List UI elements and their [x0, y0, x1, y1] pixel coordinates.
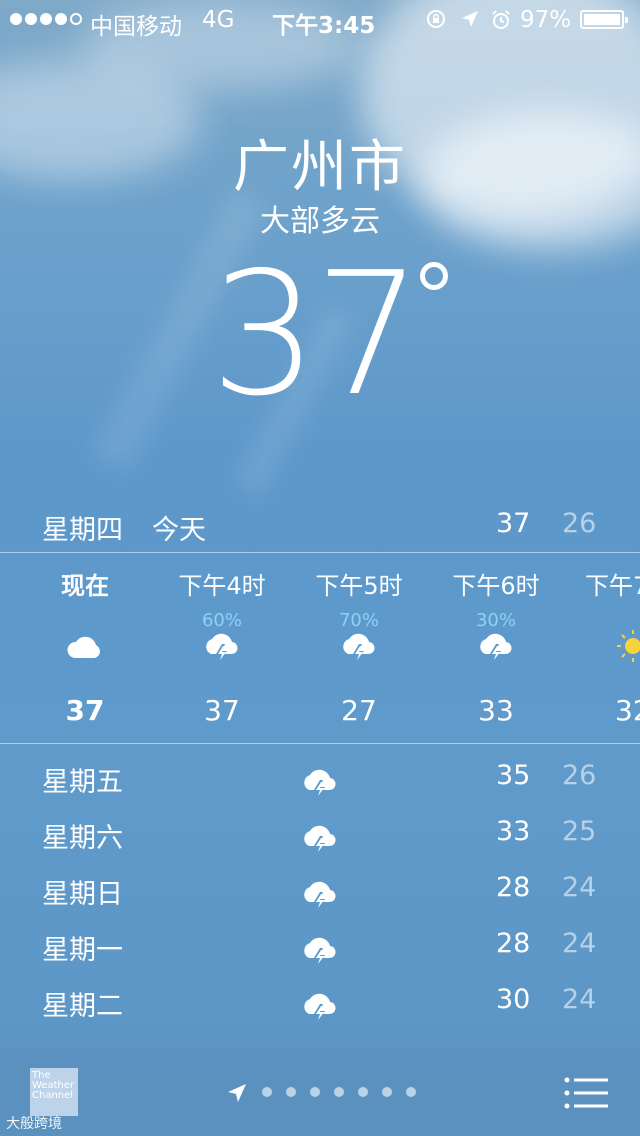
divider — [0, 552, 640, 553]
day-high: 33 — [496, 816, 531, 847]
daily-row: 星期日 28 24 — [0, 872, 640, 912]
daily-row: 星期一 28 24 — [0, 928, 640, 968]
cloud-icon — [67, 636, 100, 658]
hour-label: 下午4时 — [178, 572, 266, 600]
hour-temp: 32 — [615, 694, 640, 727]
alarm-icon — [492, 10, 510, 29]
hour-label: 现在 — [61, 572, 109, 600]
day-low: 24 — [562, 928, 597, 959]
day-high: 30 — [496, 984, 531, 1015]
day-high: 28 — [496, 872, 531, 903]
day-low: 26 — [562, 760, 597, 791]
thunderstorm-icon — [304, 881, 336, 911]
thunderstorm-icon — [304, 769, 336, 799]
thunderstorm-icon — [343, 633, 375, 663]
today-low: 26 — [562, 508, 597, 539]
battery-icon — [580, 10, 628, 29]
day-low: 24 — [562, 984, 597, 1015]
weather-condition: 大部多云 — [260, 204, 380, 239]
carrier-name: 中国移动 — [90, 14, 182, 40]
today-summary: 星期四 今天 37 26 — [0, 508, 640, 546]
day-high: 35 — [496, 760, 531, 791]
thunderstorm-icon — [480, 633, 512, 663]
page-indicator[interactable] — [262, 1087, 416, 1097]
degree-symbol — [420, 262, 448, 290]
thunderstorm-icon — [206, 633, 238, 663]
location-arrow-icon[interactable] — [226, 1082, 248, 1104]
thunderstorm-icon — [304, 825, 336, 855]
day-high: 28 — [496, 928, 531, 959]
watermark: 大般跨境 — [6, 1116, 62, 1132]
weather-channel-logo[interactable]: The Weather Channel — [30, 1068, 78, 1116]
thunderstorm-icon — [304, 937, 336, 967]
day-name: 星期六 — [42, 823, 123, 854]
thunderstorm-icon — [304, 993, 336, 1023]
hour-label: 下午6时 — [452, 572, 540, 600]
today-day: 星期四 — [42, 515, 123, 546]
day-low: 24 — [562, 872, 597, 903]
day-name: 星期二 — [42, 991, 123, 1022]
today-high: 37 — [496, 508, 531, 539]
day-name: 星期五 — [42, 767, 123, 798]
bottom-toolbar: The Weather Channel — [0, 1048, 640, 1136]
rotation-lock-icon — [427, 10, 445, 28]
hour-temp: 33 — [478, 694, 514, 727]
hour-temp: 37 — [65, 694, 105, 727]
signal-strength-icon — [10, 13, 82, 25]
hour-label: 下午5时 — [315, 572, 403, 600]
hour-temp: 37 — [204, 694, 240, 727]
network-type: 4G — [202, 7, 235, 33]
today-label: 今天 — [152, 515, 206, 546]
day-name: 星期日 — [42, 879, 123, 910]
hour-temp: 27 — [341, 694, 377, 727]
city-name: 广州市 — [233, 135, 407, 200]
daily-row: 星期六 33 25 — [0, 816, 640, 856]
sun-icon — [617, 630, 640, 662]
clock: 下午3:45 — [272, 13, 376, 39]
divider — [0, 743, 640, 744]
status-bar: 中国移动 4G 下午3:45 97% — [0, 0, 640, 40]
day-name: 星期一 — [42, 935, 123, 966]
daily-row: 星期二 30 24 — [0, 984, 640, 1024]
hour-label: 下午7时 — [585, 572, 640, 600]
daily-row: 星期五 35 26 — [0, 760, 640, 800]
current-temperature: 37 — [210, 236, 422, 434]
day-low: 25 — [562, 816, 597, 847]
battery-percent: 97% — [520, 7, 572, 33]
city-list-icon[interactable] — [564, 1076, 610, 1110]
location-services-icon — [462, 11, 478, 27]
hourly-forecast[interactable]: 现在 37 下午4时 60% 37 下午5时 70% 27 下午6时 30% 3… — [0, 554, 640, 742]
